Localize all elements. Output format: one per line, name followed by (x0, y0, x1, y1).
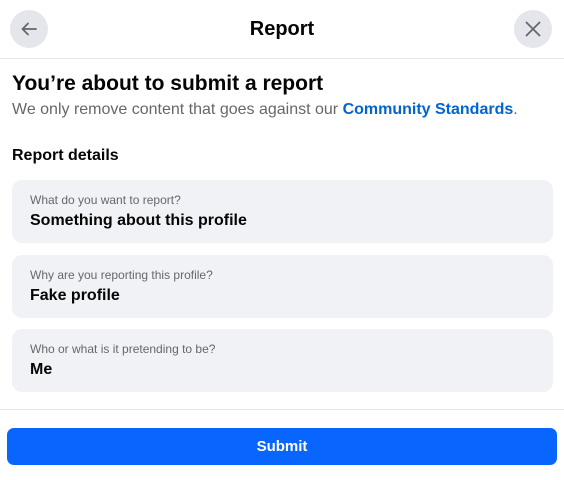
subtitle-text: We only remove content that goes against… (12, 101, 343, 118)
subtitle-period: . (513, 101, 518, 118)
report-title: You’re about to submit a report (12, 72, 324, 95)
pretending-to-be-field[interactable]: Who or what is it pretending to be? Me (12, 329, 553, 392)
field-label: Why are you reporting this profile? (30, 268, 213, 282)
field-value: Something about this profile (30, 212, 247, 229)
report-intro: You’re about to submit a report We only … (12, 71, 554, 164)
report-details-heading: Report details (12, 147, 119, 164)
field-value: Me (30, 361, 53, 378)
field-value: Fake profile (30, 287, 120, 304)
community-standards-link[interactable]: Community Standards (343, 101, 514, 118)
close-button[interactable] (514, 10, 552, 48)
header-bar: Report (0, 0, 564, 59)
close-x-icon (525, 21, 541, 37)
field-label: Who or what is it pretending to be? (30, 342, 216, 356)
report-reason-field[interactable]: Why are you reporting this profile? Fake… (12, 255, 553, 318)
report-type-field[interactable]: What do you want to report? Something ab… (12, 180, 553, 243)
footer-divider (0, 409, 564, 410)
submit-button[interactable]: Submit (7, 428, 557, 465)
report-subtitle: We only remove content that goes against… (12, 99, 554, 121)
page-title: Report (249, 18, 315, 40)
field-label: What do you want to report? (30, 193, 181, 207)
